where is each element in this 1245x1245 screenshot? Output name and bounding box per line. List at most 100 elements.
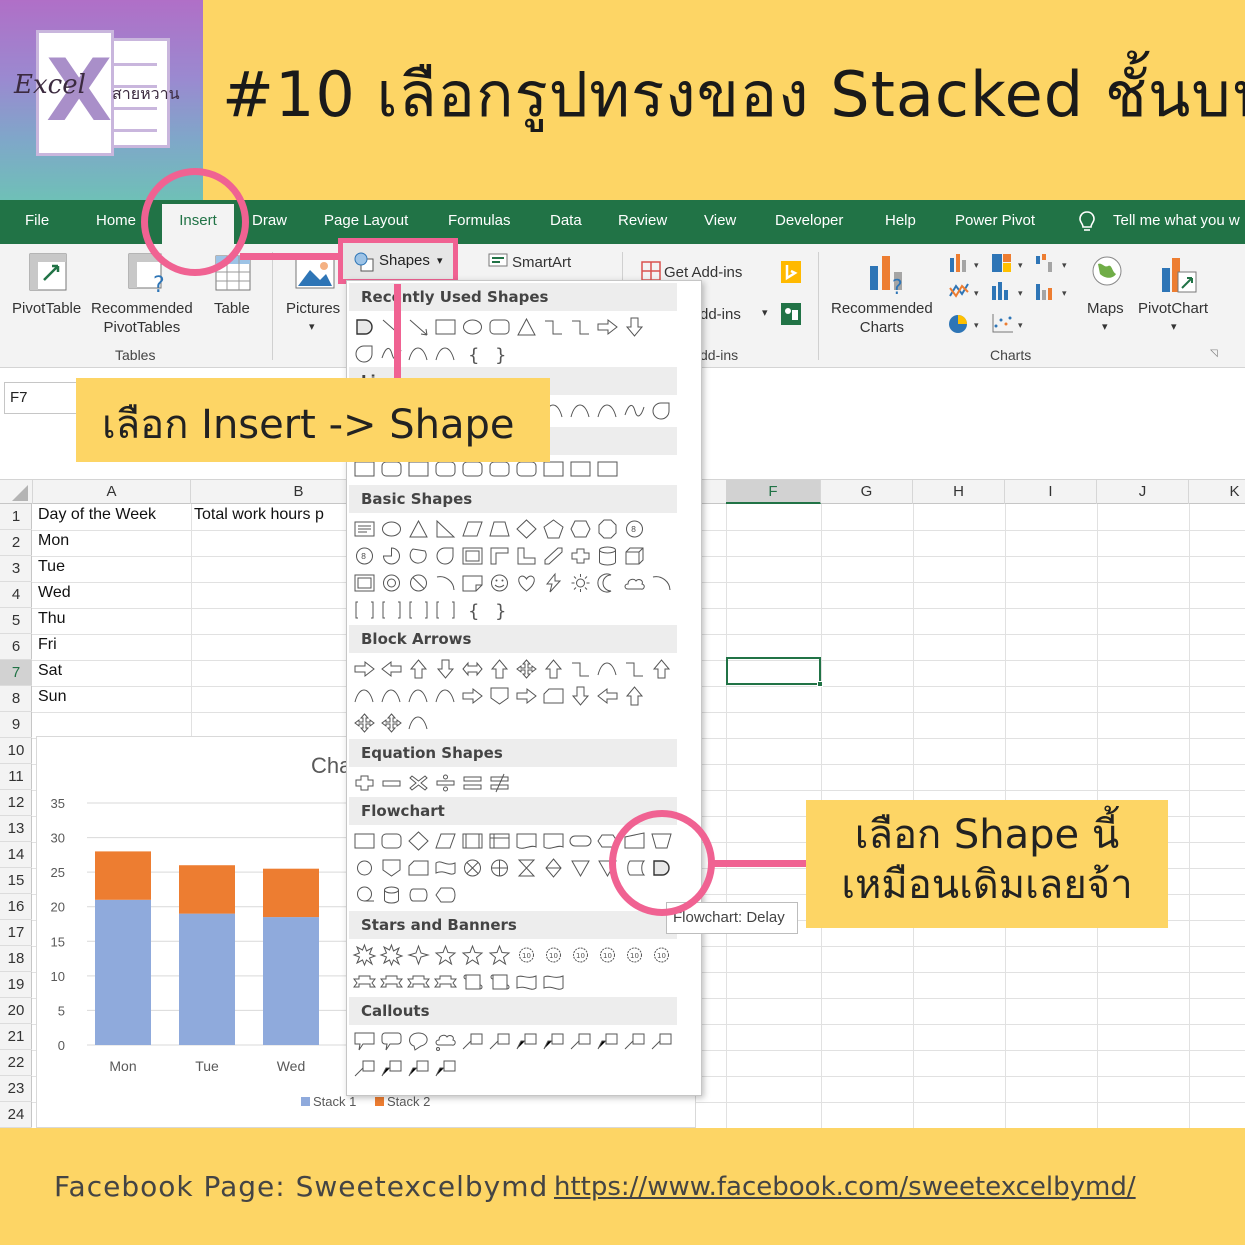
shape-para-icon[interactable] — [459, 517, 486, 541]
pivotchart-dropdown-arrow-icon[interactable]: ▾ — [1171, 320, 1177, 333]
shape-starN-icon[interactable]: 10 — [567, 943, 594, 967]
shape-frame-icon[interactable] — [459, 544, 486, 568]
shape-callLine2-icon[interactable] — [378, 1056, 405, 1080]
shape-tri-icon[interactable] — [405, 517, 432, 541]
shape-para-icon[interactable] — [432, 829, 459, 853]
shape-cube-icon[interactable] — [621, 544, 648, 568]
tab-file[interactable]: File — [25, 212, 49, 229]
shape-noSym-icon[interactable] — [405, 571, 432, 595]
shape-orS-icon[interactable] — [486, 856, 513, 880]
column-header-k[interactable]: K — [1189, 480, 1245, 504]
shape-internal-icon[interactable] — [486, 829, 513, 853]
tab-data[interactable]: Data — [550, 212, 582, 229]
shape-divide-icon[interactable] — [432, 771, 459, 795]
shape-callLine2-icon[interactable] — [513, 1029, 540, 1053]
my-addins-button[interactable]: dd-ins — [700, 306, 741, 323]
shape-callOval-icon[interactable] — [405, 1029, 432, 1053]
shape-brackets-icon[interactable] — [405, 598, 432, 622]
shape-minus-icon[interactable] — [378, 771, 405, 795]
shape-starN-icon[interactable]: 10 — [540, 943, 567, 967]
shape-callLine2-icon[interactable] — [432, 1056, 459, 1080]
select-all-corner[interactable] — [0, 480, 33, 504]
recommended-charts-button[interactable]: Recommended Charts — [831, 300, 933, 336]
shape-callLine-icon[interactable] — [351, 1056, 378, 1080]
row-header-4[interactable]: 4 — [0, 582, 32, 608]
row-header-5[interactable]: 5 — [0, 608, 32, 634]
shape-hex-icon[interactable] — [567, 517, 594, 541]
shape-tri-icon[interactable] — [513, 315, 540, 339]
row-header-13[interactable]: 13 — [0, 816, 32, 842]
shape-rarrow-icon[interactable] — [594, 315, 621, 339]
shape-noteq-icon[interactable] — [486, 771, 513, 795]
pivottable-button[interactable]: PivotTable — [12, 300, 81, 317]
shape-chord-icon[interactable] — [405, 544, 432, 568]
shape-display-icon[interactable] — [432, 883, 459, 907]
row-header-2[interactable]: 2 — [0, 530, 32, 556]
shape-diagS-icon[interactable] — [540, 544, 567, 568]
row-header-18[interactable]: 18 — [0, 946, 32, 972]
shape-cloud-icon[interactable] — [621, 571, 648, 595]
row-header-16[interactable]: 16 — [0, 894, 32, 920]
row-header-20[interactable]: 20 — [0, 998, 32, 1024]
column-header-a[interactable]: A — [33, 480, 191, 504]
shape-tape-icon[interactable] — [432, 856, 459, 880]
shape-callLine2-icon[interactable] — [540, 1029, 567, 1053]
charts-dialog-launcher-icon[interactable]: ◹ — [1210, 348, 1218, 359]
shape-offpage-icon[interactable] — [378, 856, 405, 880]
shape-star5-icon[interactable] — [486, 943, 513, 967]
shape-brackets-icon[interactable] — [378, 598, 405, 622]
cell-a6[interactable]: Fri — [32, 636, 57, 654]
shape-smile-icon[interactable] — [486, 571, 513, 595]
row-header-19[interactable]: 19 — [0, 972, 32, 998]
shape-diamond-icon[interactable] — [405, 829, 432, 853]
shape-starN-icon[interactable]: 10 — [594, 943, 621, 967]
row-header-6[interactable]: 6 — [0, 634, 32, 660]
cell-a1[interactable]: Day of the Week — [32, 506, 190, 524]
shapes-button[interactable]: Shapes ▾ — [338, 238, 458, 284]
shape-mag-icon[interactable] — [378, 883, 405, 907]
my-addins-dropdown-arrow-icon[interactable]: ▾ — [762, 306, 768, 319]
tab-draw[interactable]: Draw — [252, 212, 287, 229]
shape-corner-icon[interactable] — [486, 544, 513, 568]
shape-rarrow-icon[interactable] — [513, 684, 540, 708]
shape-uarrow-icon[interactable] — [486, 657, 513, 681]
tab-page-layout[interactable]: Page Layout — [324, 212, 408, 229]
row-header-22[interactable]: 22 — [0, 1050, 32, 1076]
shape-arc-icon[interactable] — [648, 571, 675, 595]
shape-octo-icon[interactable] — [594, 517, 621, 541]
shape-uarrow-icon[interactable] — [648, 657, 675, 681]
shape-curve-icon[interactable] — [405, 342, 432, 366]
shape-sort-icon[interactable] — [540, 856, 567, 880]
cell-a5[interactable]: Thu — [32, 610, 66, 628]
shape-elbow-icon[interactable] — [567, 315, 594, 339]
shape-callCloud-icon[interactable] — [432, 1029, 459, 1053]
shape-arc-icon[interactable] — [432, 571, 459, 595]
shape-larrow-icon[interactable] — [594, 684, 621, 708]
shape-tear-icon[interactable] — [351, 342, 378, 366]
shape-darrow-icon[interactable] — [621, 315, 648, 339]
people-graph-icon[interactable] — [780, 302, 802, 326]
row-header-1[interactable]: 1 — [0, 504, 32, 530]
shape-brackets-icon[interactable] — [351, 598, 378, 622]
shape-lbrace-icon[interactable]: { — [459, 598, 486, 622]
shape-sun-icon[interactable] — [567, 571, 594, 595]
shape-diamond-icon[interactable] — [513, 517, 540, 541]
shape-quad-icon[interactable] — [351, 711, 378, 735]
tab-power-pivot[interactable]: Power Pivot — [955, 212, 1035, 229]
row-header-9[interactable]: 9 — [0, 712, 32, 738]
shape-rect-icon[interactable] — [432, 315, 459, 339]
shape-ribbon-icon[interactable] — [432, 970, 459, 994]
shape-starN-icon[interactable]: 10 — [648, 943, 675, 967]
row-header-10[interactable]: 10 — [0, 738, 32, 764]
row-header-14[interactable]: 14 — [0, 842, 32, 868]
shape-callLine2-icon[interactable] — [405, 1056, 432, 1080]
shape-star4-icon[interactable] — [405, 943, 432, 967]
shape-rarrow-icon[interactable] — [351, 657, 378, 681]
shape-ellipse-icon[interactable] — [378, 517, 405, 541]
row-header-24[interactable]: 24 — [0, 1102, 32, 1128]
shape-circle-icon[interactable] — [351, 856, 378, 880]
shape-pie-icon[interactable] — [378, 544, 405, 568]
shape-cyl-icon[interactable] — [594, 544, 621, 568]
shape-curve-icon[interactable] — [432, 342, 459, 366]
shape-tear-icon[interactable] — [432, 544, 459, 568]
